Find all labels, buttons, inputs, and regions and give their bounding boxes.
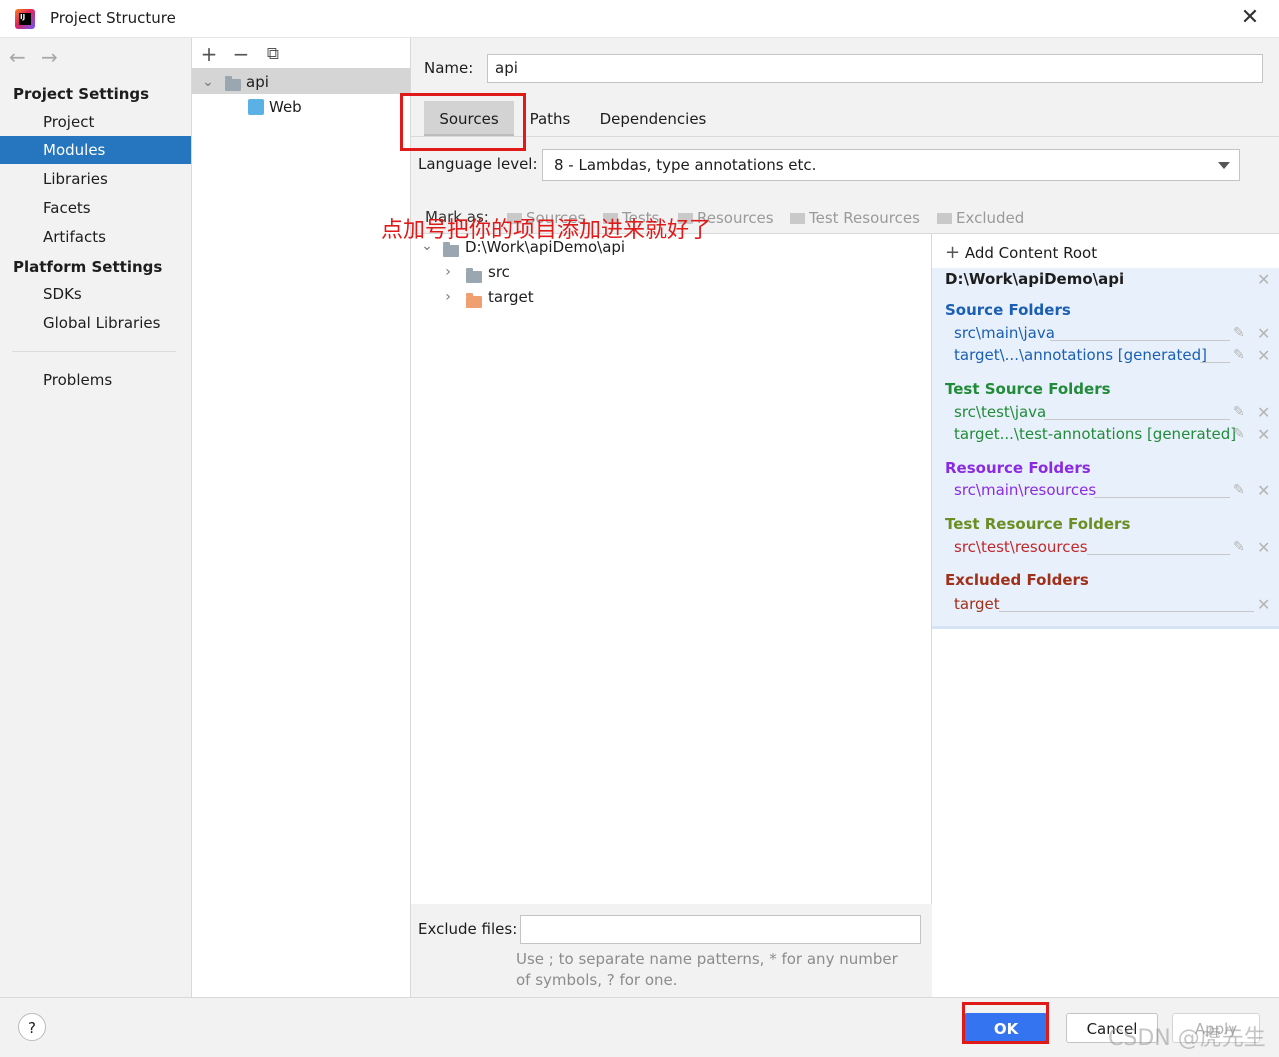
module-api[interactable]: api: [246, 73, 269, 91]
source-folders-heading: Source Folders: [945, 301, 1071, 319]
entry-underline: [1200, 362, 1230, 363]
exclude-files-input[interactable]: [520, 915, 921, 944]
resource-folders-heading: Resource Folders: [945, 459, 1091, 477]
tabs-divider: [411, 136, 1279, 137]
sidebar-item-facets[interactable]: Facets: [0, 194, 191, 222]
sidebar-item-problems[interactable]: Problems: [0, 366, 191, 394]
excluded-folders-heading: Excluded Folders: [945, 571, 1089, 589]
edit-icon[interactable]: ✎: [1233, 325, 1245, 341]
source-tree: [411, 233, 932, 904]
sidebar-divider: [12, 351, 176, 352]
sidebar-item-artifacts[interactable]: Artifacts: [0, 223, 191, 251]
entry-underline: [999, 611, 1254, 612]
test-resource-folder-entry: src\test\resources: [954, 538, 1088, 556]
test-source-folders-heading: Test Source Folders: [945, 380, 1111, 398]
annotation-text: 点加号把你的项目添加进来就好了: [381, 218, 712, 243]
source-folder-entry: src\main\java: [954, 324, 1055, 342]
folder-icon: [466, 267, 482, 285]
tree-node-target[interactable]: target: [488, 288, 534, 306]
entry-underline: [1044, 419, 1230, 420]
chevron-right-icon[interactable]: ›: [441, 287, 455, 305]
help-button[interactable]: ?: [18, 1013, 46, 1041]
folder-icon: [937, 213, 952, 224]
sidebar-item-global-libraries[interactable]: Global Libraries: [0, 309, 191, 337]
sidebar-item-project[interactable]: Project: [0, 108, 191, 136]
entry-underline: [1094, 497, 1230, 498]
edit-icon[interactable]: ✎: [1233, 482, 1245, 498]
edit-icon[interactable]: ✎: [1233, 347, 1245, 363]
dropdown-arrow-icon: [1218, 162, 1230, 169]
entry-underline: [1050, 340, 1230, 341]
window-title: Project Structure: [50, 9, 176, 27]
remove-icon[interactable]: ✕: [1257, 346, 1270, 365]
sidebar-item-modules[interactable]: Modules: [0, 136, 191, 164]
excluded-folder-icon: [466, 292, 482, 310]
project-settings-heading: Project Settings: [13, 85, 150, 103]
chevron-right-icon[interactable]: ›: [441, 262, 455, 280]
close-icon[interactable]: ✕: [1238, 6, 1262, 30]
remove-icon[interactable]: ✕: [1257, 538, 1270, 557]
intellij-logo-icon: IJ: [15, 9, 35, 29]
module-name-input[interactable]: api: [487, 54, 1263, 83]
test-source-folder-entry: target...\test-annotations [generated]: [954, 425, 1237, 443]
mark-as-test-resources[interactable]: Test Resources: [790, 209, 920, 227]
add-icon[interactable]: +: [198, 42, 220, 66]
module-folder-icon: [225, 75, 241, 93]
remove-icon[interactable]: ✕: [1257, 481, 1270, 500]
edit-icon[interactable]: ✎: [1233, 404, 1245, 420]
edit-icon[interactable]: ✎: [1233, 426, 1245, 442]
remove-icon[interactable]: −: [230, 42, 252, 66]
resource-folder-entry: src\main\resources: [954, 481, 1097, 499]
forward-arrow-icon[interactable]: →: [41, 45, 58, 69]
tab-paths[interactable]: Paths: [526, 101, 574, 137]
remove-icon[interactable]: ✕: [1257, 595, 1270, 614]
tree-node-src[interactable]: src: [488, 263, 510, 281]
web-facet-icon: [248, 99, 264, 115]
chevron-down-icon[interactable]: ⌄: [201, 72, 215, 90]
entry-underline: [1087, 554, 1230, 555]
sidebar-item-libraries[interactable]: Libraries: [0, 165, 191, 193]
sidebar-item-sdks[interactable]: SDKs: [0, 280, 191, 308]
exclude-files-hint: Use ; to separate name patterns, * for a…: [516, 950, 898, 989]
highlight-box-sources: [400, 93, 526, 151]
remove-icon[interactable]: ✕: [1257, 403, 1270, 422]
remove-icon[interactable]: ✕: [1257, 324, 1270, 343]
source-folder-entry: target\...\annotations [generated]: [954, 346, 1207, 364]
folder-icon: [790, 213, 805, 224]
highlight-box-ok: [962, 1002, 1049, 1044]
language-level-select[interactable]: 8 - Lambdas, type annotations etc.: [542, 149, 1240, 181]
language-level-label: Language level:: [418, 155, 538, 173]
modules-panel: [192, 38, 411, 997]
mark-as-excluded[interactable]: Excluded: [937, 209, 1024, 227]
test-resource-folders-heading: Test Resource Folders: [945, 515, 1131, 533]
test-source-folder-entry: src\test\java: [954, 403, 1047, 421]
remove-icon[interactable]: ✕: [1257, 425, 1270, 444]
content-root-path: D:\Work\apiDemo\api: [945, 270, 1125, 288]
add-content-root-button[interactable]: + Add Content Root: [945, 242, 1097, 263]
edit-icon[interactable]: ✎: [1233, 539, 1245, 555]
tab-dependencies[interactable]: Dependencies: [597, 101, 709, 137]
watermark: CSDN @虎先生: [1108, 1026, 1266, 1051]
name-label: Name:: [424, 59, 474, 77]
remove-content-root-icon[interactable]: ✕: [1257, 270, 1270, 289]
facet-web[interactable]: Web: [269, 98, 302, 116]
excluded-folder-entry: target: [954, 595, 1000, 613]
back-arrow-icon[interactable]: ←: [9, 45, 26, 69]
title-bar: [0, 0, 1279, 38]
platform-settings-heading: Platform Settings: [13, 258, 163, 276]
language-level-value: 8 - Lambdas, type annotations etc.: [554, 156, 817, 174]
copy-icon[interactable]: ⧉: [262, 44, 284, 64]
exclude-files-label: Exclude files:: [418, 920, 518, 938]
plus-icon: +: [945, 242, 961, 263]
